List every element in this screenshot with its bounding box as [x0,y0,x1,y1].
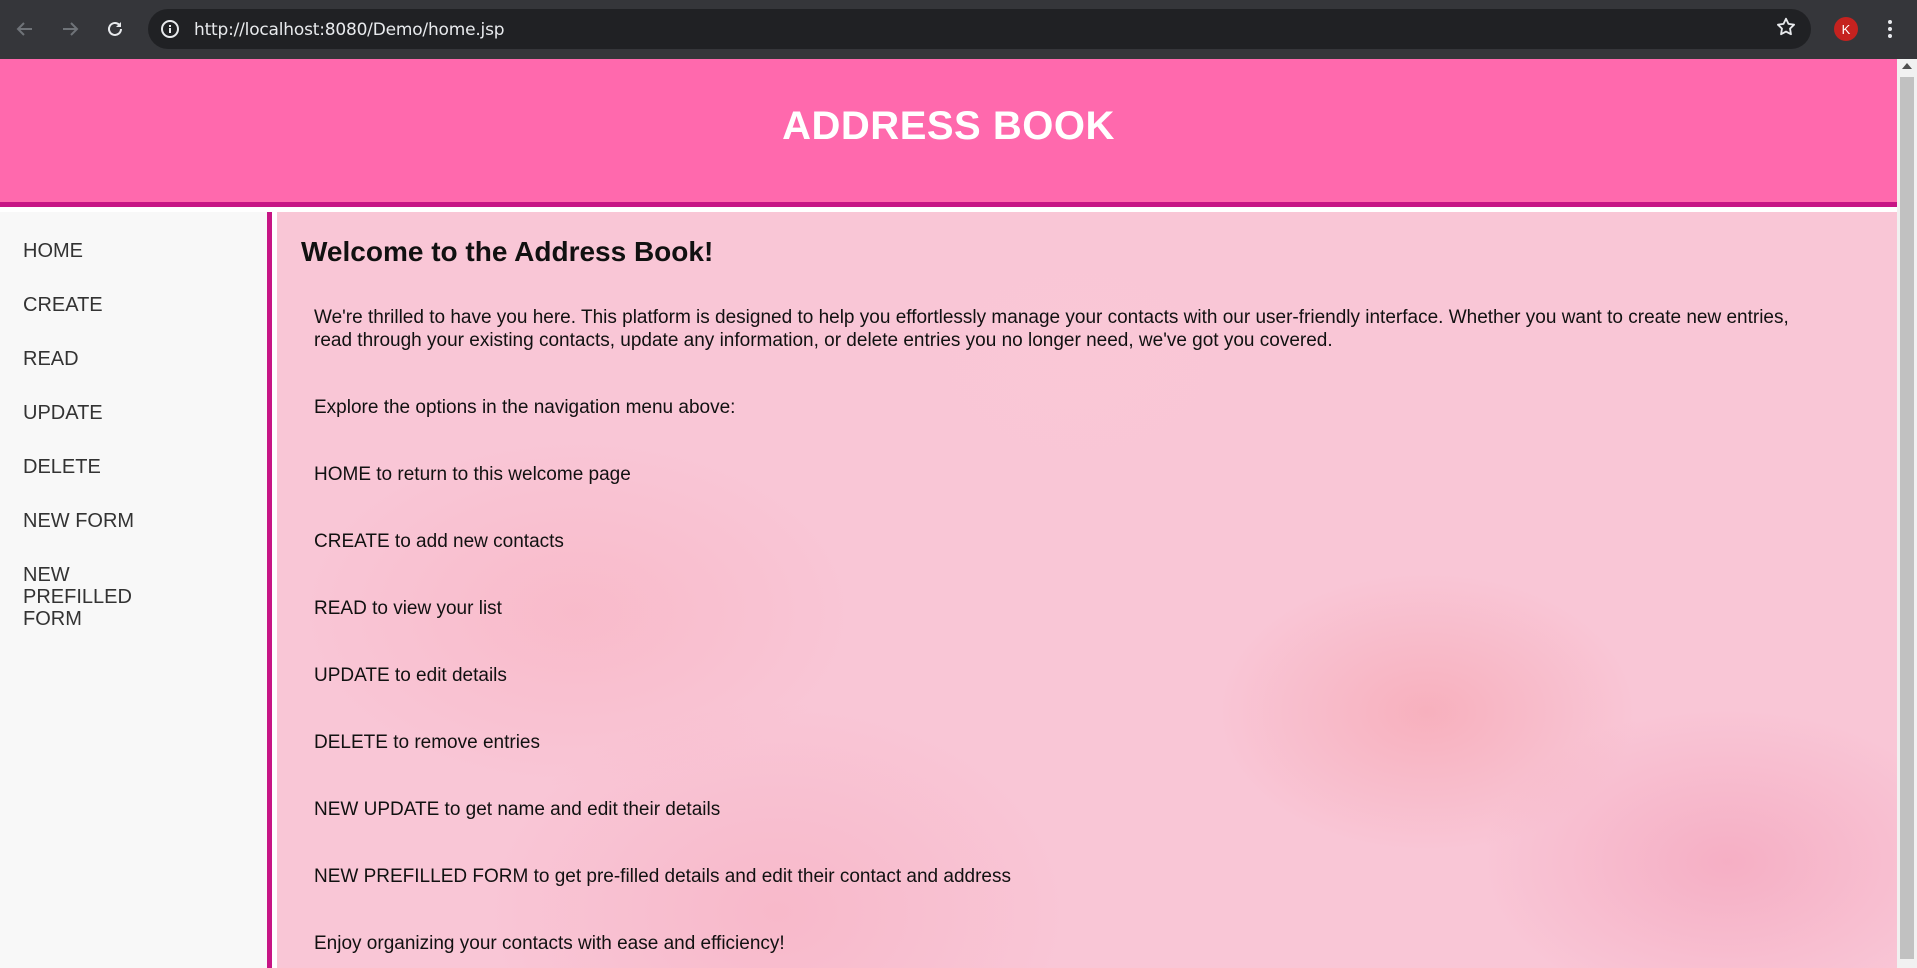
paragraph: NEW UPDATE to get name and edit their de… [314,799,721,820]
sidebar-item-home[interactable]: HOME [0,240,267,262]
profile-avatar[interactable]: K [1834,17,1858,41]
welcome-heading: Welcome to the Address Book! [301,236,714,267]
paragraph: HOME to return to this welcome page [314,464,631,485]
url-text[interactable]: http://localhost:8080/Demo/home.jsp [194,20,505,40]
browser-toolbar: http://localhost:8080/Demo/home.jsp K [0,0,1917,59]
sidebar-item-read[interactable]: READ [0,348,267,370]
sidebar-item-new-form[interactable]: NEW FORM [0,510,267,532]
paragraph: Explore the options in the navigation me… [314,397,736,418]
page-viewport: ADDRESS BOOK HOME CREATE READ UPDATE DEL… [0,59,1897,968]
paragraph: DELETE to remove entries [314,732,540,753]
paragraph: UPDATE to edit details [314,665,507,686]
sidebar-item-update[interactable]: UPDATE [0,402,267,424]
paragraph: READ to view your list [314,598,502,619]
paragraph: Enjoy organizing your contacts with ease… [314,933,785,954]
star-icon[interactable] [1775,16,1797,44]
info-icon[interactable] [160,19,180,39]
back-icon[interactable] [10,14,40,44]
page-title: ADDRESS BOOK [782,104,1115,148]
header-banner: ADDRESS BOOK [0,59,1897,207]
sidebar-item-new-prefilled-form[interactable]: NEW PREFILLED FORM [0,564,200,630]
more-icon[interactable] [1880,14,1900,44]
paragraph: CREATE to add new contacts [314,531,564,552]
scroll-up-icon[interactable] [1902,63,1912,69]
main-content: Welcome to the Address Book! We're thril… [277,212,1897,968]
paragraph: NEW PREFILLED FORM to get pre-filled det… [314,866,1011,887]
forward-icon[interactable] [55,14,85,44]
intro-paragraph: We're thrilled to have you here. This pl… [314,307,1789,351]
sidebar-item-create[interactable]: CREATE [0,294,267,316]
sidebar-item-delete[interactable]: DELETE [0,456,267,478]
address-bar[interactable]: http://localhost:8080/Demo/home.jsp [148,9,1811,49]
scrollbar-thumb[interactable] [1900,77,1914,959]
sidebar-nav: HOME CREATE READ UPDATE DELETE NEW FORM … [0,212,272,968]
reload-icon[interactable] [100,14,130,44]
vertical-scrollbar[interactable] [1897,59,1917,968]
